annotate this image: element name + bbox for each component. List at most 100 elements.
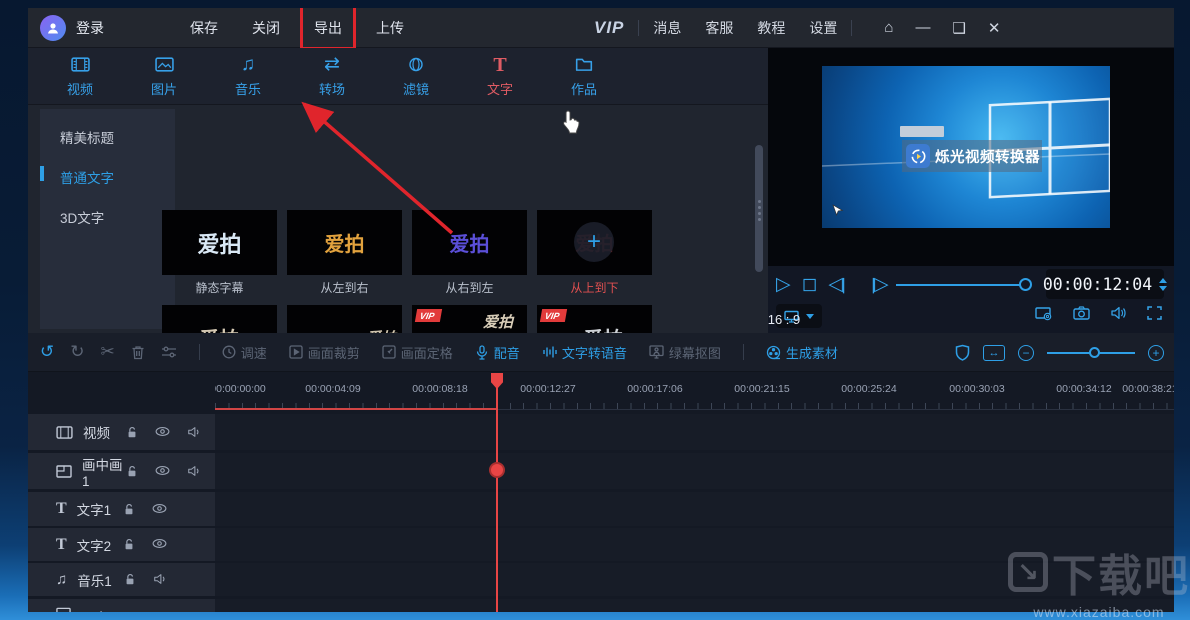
volume-icon[interactable]: [1110, 306, 1127, 321]
settings-button[interactable]: 设置: [809, 18, 837, 38]
tab-works[interactable]: 作品: [554, 48, 614, 104]
lock-icon[interactable]: [124, 573, 136, 586]
effect-tile-right-to-left[interactable]: 爱拍: [412, 210, 527, 275]
close-button[interactable]: ✕: [988, 19, 1001, 37]
track-settings-button[interactable]: [161, 345, 177, 359]
save-button[interactable]: 保存: [190, 18, 218, 38]
fullscreen-icon[interactable]: [1147, 306, 1162, 321]
lock-icon[interactable]: [126, 465, 138, 478]
prev-frame-button[interactable]: ◁▏: [828, 274, 853, 297]
preview-panel: 烁光视频转换器 ▷ ◻ ◁▏ ▕▷ 00:00:12:04 16 : 9: [768, 48, 1174, 333]
mute-speaker-icon[interactable]: [153, 573, 167, 586]
shield-icon[interactable]: [955, 344, 970, 361]
playhead-handle[interactable]: [489, 462, 505, 478]
crop-button[interactable]: 画面裁剪: [289, 343, 360, 362]
music-lane[interactable]: [215, 563, 1174, 596]
next-frame-button[interactable]: ▕▷: [864, 274, 889, 297]
effects-scrollbar[interactable]: [755, 145, 763, 272]
play-button[interactable]: ▷: [776, 274, 791, 297]
snapshot-camera-icon[interactable]: [1073, 306, 1090, 321]
login-button[interactable]: 登录: [76, 18, 104, 38]
cut-button[interactable]: ✂: [101, 342, 115, 362]
tab-image[interactable]: 图片: [134, 48, 194, 104]
tutorial-button[interactable]: 教程: [757, 18, 785, 38]
tab-music[interactable]: ♫ 音乐: [218, 48, 278, 104]
freeze-frame-button[interactable]: 画面定格: [382, 343, 453, 362]
close-project-button[interactable]: 关闭: [252, 18, 280, 38]
tts-label: 文字转语音: [561, 345, 627, 361]
generate-material-button[interactable]: 生成素材: [766, 343, 838, 362]
visibility-eye-icon[interactable]: [152, 503, 167, 516]
speed-button[interactable]: 调速: [222, 343, 267, 362]
effect-tile-top-to-bottom[interactable]: 爱拍 +: [537, 210, 652, 275]
mute-speaker-icon[interactable]: [187, 426, 201, 439]
mute-speaker-icon[interactable]: [187, 465, 201, 478]
text2-lane[interactable]: [215, 528, 1174, 561]
tab-transition[interactable]: ⇄ 转场: [302, 48, 362, 104]
playhead-line[interactable]: [496, 375, 498, 612]
user-avatar[interactable]: [40, 14, 66, 41]
lock-icon[interactable]: [123, 503, 135, 516]
aspect-ratio-dropdown[interactable]: 16 : 9: [768, 304, 822, 328]
support-button[interactable]: 客服: [705, 18, 733, 38]
track-name: 画中画1: [82, 457, 123, 489]
zoom-out-button[interactable]: −: [1018, 344, 1034, 361]
pip-icon: [56, 464, 72, 478]
effect-tile-steady-right[interactable]: 爱拍: [287, 305, 402, 333]
seek-knob[interactable]: [1019, 278, 1032, 291]
delete-button[interactable]: [131, 345, 145, 360]
display-settings-icon[interactable]: [1035, 306, 1053, 321]
tab-video[interactable]: 视频: [50, 48, 110, 104]
greenscreen-button[interactable]: 绿幕抠图: [649, 343, 721, 362]
video-preview[interactable]: 烁光视频转换器: [822, 66, 1110, 228]
maximize-button[interactable]: ❑: [952, 19, 965, 37]
tab-text[interactable]: T 文字: [470, 48, 530, 104]
pip-lane[interactable]: [215, 453, 1174, 489]
sidebar-item-3d-text[interactable]: 3D文字: [40, 197, 175, 237]
lock-icon[interactable]: [126, 426, 138, 439]
upload-button[interactable]: 上传: [376, 18, 404, 38]
track-row-text1: T 文字1: [28, 492, 1174, 526]
effect-tile-steady-up[interactable]: VIP 爱拍: [412, 305, 527, 333]
step-up-icon[interactable]: [1159, 277, 1168, 283]
messages-button[interactable]: 消息: [653, 18, 681, 38]
tab-filter[interactable]: 滤镜: [386, 48, 446, 104]
timeline-ruler[interactable]: 00:00:00:00 00:00:04:09 00:00:08:18 00:0…: [215, 375, 1174, 410]
dub-button[interactable]: 配音: [475, 343, 520, 362]
film-icon: [70, 55, 90, 75]
timeline-zoom-slider[interactable]: [1047, 346, 1135, 358]
export-button[interactable]: 导出: [300, 8, 356, 50]
undo-button[interactable]: ↺: [40, 342, 54, 362]
fit-timeline-icon[interactable]: ↔: [983, 344, 1005, 361]
effect-tile-left-to-right[interactable]: 爱拍: [287, 210, 402, 275]
visibility-eye-icon[interactable]: [152, 538, 167, 551]
visibility-eye-icon[interactable]: [155, 426, 170, 439]
tab-label: 文字: [486, 81, 513, 97]
video-lane[interactable]: [215, 414, 1174, 450]
visibility-eye-icon[interactable]: [155, 465, 170, 478]
sidebar-item-normal-text[interactable]: 普通文字: [40, 157, 175, 197]
seek-slider[interactable]: [896, 278, 1032, 291]
text1-lane[interactable]: [215, 492, 1174, 526]
tts-button[interactable]: 文字转语音: [542, 343, 627, 362]
zoom-knob[interactable]: [1089, 346, 1100, 358]
effect-tile-static[interactable]: 爱拍: [162, 210, 277, 275]
played-range-indicator: [215, 408, 497, 410]
sidebar-item-fancy-titles[interactable]: 精美标题: [40, 117, 175, 157]
dub-lane[interactable]: [215, 599, 1174, 612]
redo-button[interactable]: ↻: [70, 342, 84, 362]
tab-label: 转场: [318, 81, 345, 97]
stop-button[interactable]: ◻: [802, 274, 818, 297]
effect-tile-fade[interactable]: VIP 爱拍: [537, 305, 652, 333]
add-effect-button[interactable]: +: [574, 222, 614, 262]
home-icon[interactable]: ⌂: [884, 19, 893, 36]
step-down-icon[interactable]: [1159, 285, 1168, 291]
timecode-stepper[interactable]: [1159, 277, 1168, 291]
text-t-icon: T: [493, 53, 507, 76]
minimize-button[interactable]: —: [915, 19, 930, 36]
effect-preview-text: 爱拍: [324, 232, 365, 256]
lock-icon[interactable]: [123, 538, 135, 551]
effect-tile-bottom-to-top[interactable]: 爱拍: [162, 305, 277, 333]
zoom-in-button[interactable]: +: [1148, 344, 1164, 361]
vip-button[interactable]: VIP: [594, 18, 624, 38]
